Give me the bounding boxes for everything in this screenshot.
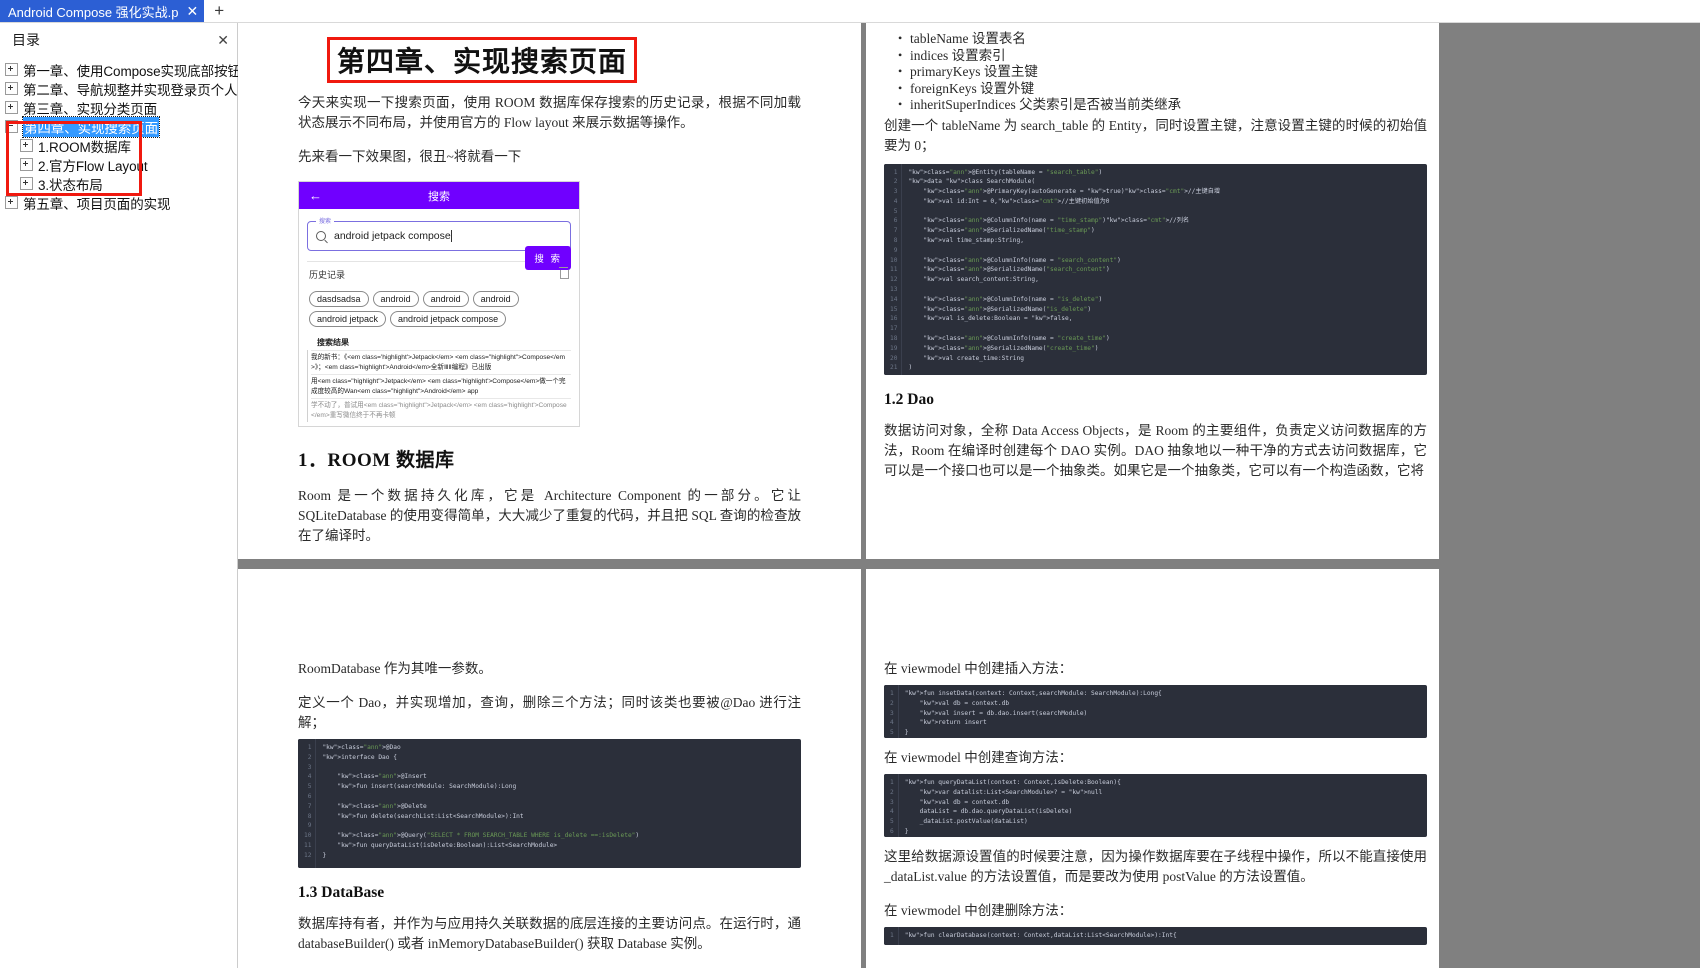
viewmodel-insert-label: 在 viewmodel 中创建插入方法：	[884, 661, 1073, 676]
intro-paragraph: 今天来实现一下搜索页面，使用 ROOM 数据库保存搜索的历史记录，根据不同加载状…	[298, 95, 801, 130]
room-description: Room 是一个数据持久化库，它是 Architecture Component…	[298, 488, 801, 543]
history-chip: dasdsadsa	[309, 291, 369, 307]
section-heading-dao: 1.2 Dao	[884, 390, 934, 408]
bullet-item: primaryKeys 设置主键	[898, 63, 1427, 81]
code-gutter: 1 2 3 4 5 6 7 8 9 10 11 12	[298, 739, 317, 868]
outline-item-label: 第三章、实现分类页面	[23, 101, 157, 117]
outline-item-label: 2.官方Flow Layout	[38, 158, 148, 174]
expand-icon[interactable]	[5, 63, 18, 76]
mock-appbar: ← 搜索	[299, 182, 579, 209]
new-tab-button[interactable]: +	[204, 0, 234, 22]
section-heading-room: 1．ROOM 数据库	[298, 450, 455, 471]
entity-intro-paragraph: 创建一个 tableName 为 search_table 的 Entity，同…	[884, 117, 1427, 153]
history-chip: android	[472, 291, 519, 307]
history-chip: android	[422, 291, 469, 307]
mock-history-title: 历史记录	[309, 270, 346, 280]
mock-appbar-title: 搜索	[428, 190, 450, 203]
screenshot-lead-paragraph: 先来看一下效果图，很丑~将就看一下	[298, 149, 522, 164]
database-description: 数据库持有者，并作为与应用持久关联数据的底层连接的主要访问点。在运行时，通 da…	[298, 916, 801, 951]
code-block-query: 1 2 3 4 5 6 "kw">fun queryDataList(conte…	[884, 774, 1427, 837]
mock-search-field-label: 搜索	[316, 216, 335, 225]
outline-title: 目录	[12, 32, 40, 48]
document-page-3: RoomDatabase 作为其唯一参数。 定义一个 Dao，并实现增加，查询，…	[238, 569, 861, 968]
code-gutter: 1 2 3 4 5 6	[884, 774, 899, 837]
mock-results-rail	[307, 350, 308, 422]
roomdatabase-param-paragraph: RoomDatabase 作为其唯一参数。	[298, 661, 492, 676]
search-icon	[316, 231, 326, 241]
chapter-heading-annotation-box	[327, 37, 638, 83]
history-chip: android jetpack	[309, 311, 387, 327]
code-gutter: 1 2 3 4 5	[884, 685, 899, 738]
code-lines: "kw">fun insetData(context: Context,sear…	[904, 690, 1162, 737]
expand-icon[interactable]	[5, 101, 18, 114]
code-block-delete: 1 "kw">fun clearDatabase(context: Contex…	[884, 927, 1427, 945]
outline-item-label: 1.ROOM数据库	[38, 139, 131, 155]
bullet-item: indices 设置索引	[898, 47, 1427, 65]
outline-item-chapter-2[interactable]: 第二章、导航规整并实现登录页个人中心页	[0, 79, 278, 98]
code-lines: "kw">class="ann">@Dao "kw">interface Dao…	[322, 744, 640, 859]
outline-item-chapter-4[interactable]: 第四章、实现搜索页面	[0, 115, 237, 138]
dao-definition-paragraph: 定义一个 Dao，并实现增加，查询，删除三个方法；同时该类也要被@Dao 进行注…	[298, 695, 801, 730]
code-block-insert: 1 2 3 4 5 "kw">fun insetData(context: Co…	[884, 685, 1427, 738]
outline-item-flow-layout[interactable]: 2.官方Flow Layout	[0, 155, 237, 174]
outline-item-chapter-5[interactable]: 第五章、项目页面的实现	[0, 193, 237, 212]
trash-icon	[559, 267, 569, 279]
code-lines: "kw">fun clearDatabase(context: Context,…	[904, 932, 1177, 939]
code-block-dao: 1 2 3 4 5 6 7 8 9 10 11 12 "kw">class="a…	[298, 739, 801, 868]
document-page-1: 第四章、实现搜索页面 今天来实现一下搜索页面，使用 ROOM 数据库保存搜索的历…	[238, 23, 861, 559]
workspace: 目录 ✕ 第一章、使用Compose实现底部按钮和首页 第二章、导航规整并实现登…	[0, 23, 1700, 968]
dao-description: 数据访问对象，全称 Data Access Objects，是 Room 的主要…	[884, 422, 1427, 478]
app-screenshot-mockup: ← 搜索 搜索 android jetpack compose 搜 索 历史记录…	[298, 181, 580, 427]
browser-tab-bar: Android Compose 强化实战.p ✕ +	[0, 0, 1700, 23]
document-page-2: tableName 设置表名 indices 设置索引 primaryKeys …	[866, 23, 1439, 559]
expand-icon[interactable]	[20, 177, 33, 190]
code-gutter: 1 2 3 4 5 6 7 8 9 10 11 12 13 14 15 16 1…	[884, 163, 903, 375]
mock-result-item: 学不动了，普试用<em class="highlight">Jetpack</e…	[311, 398, 571, 422]
chapter-heading-wrap: 第四章、实现搜索页面	[327, 37, 638, 83]
viewmodel-delete-label: 在 viewmodel 中创建删除方法：	[884, 903, 1073, 918]
document-viewport[interactable]: 第四章、实现搜索页面 今天来实现一下搜索页面，使用 ROOM 数据库保存搜索的历…	[238, 23, 1700, 968]
page-grid: 第四章、实现搜索页面 今天来实现一下搜索页面，使用 ROOM 数据库保存搜索的历…	[238, 23, 1700, 968]
mock-result-item: 用<em class="highlight">Jetpack</em> <em …	[311, 374, 571, 398]
expand-icon[interactable]	[20, 158, 33, 171]
expand-icon[interactable]	[5, 82, 18, 95]
code-lines: "kw">class="ann">@Entity(tableName = "se…	[908, 168, 1221, 372]
outline-item-state-layout[interactable]: 3.状态布局	[0, 174, 237, 193]
history-chip: android jetpack compose	[390, 311, 507, 327]
mock-result-item: 我的新书：《<em class='highlight'>Jetpack</em>…	[311, 350, 571, 374]
outline-item-label: 第四章、实现搜索页面	[22, 115, 160, 138]
outline-sidebar: 目录 ✕ 第一章、使用Compose实现底部按钮和首页 第二章、导航规整并实现登…	[0, 23, 281, 968]
outline-item-label: 3.状态布局	[38, 177, 103, 193]
code-gutter: 1	[884, 927, 899, 945]
document-page-4: 在 viewmodel 中创建插入方法： 1 2 3 4 5 "kw">fun …	[866, 569, 1439, 968]
code-lines: "kw">fun queryDataList(context: Context,…	[904, 779, 1121, 835]
document-tab[interactable]: Android Compose 强化实战.p ✕	[0, 0, 205, 22]
outline-item-label: 第五章、项目页面的实现	[23, 196, 171, 212]
outline-header: 目录 ✕	[0, 23, 237, 56]
postvalue-note-paragraph: 这里给数据源设置值的时候要注意，因为操作数据库要在子线程中操作，所以不能直接使用…	[884, 849, 1427, 884]
expand-icon[interactable]	[5, 196, 18, 209]
collapse-icon[interactable]	[5, 120, 18, 133]
section-heading-database: 1.3 DataBase	[298, 884, 385, 901]
expand-icon[interactable]	[20, 139, 33, 152]
mock-search-value: android jetpack compose	[334, 230, 451, 242]
bullet-item: tableName 设置表名	[898, 30, 1427, 48]
outline-item-chapter-1[interactable]: 第一章、使用Compose实现底部按钮和首页	[0, 60, 281, 79]
mock-body: 搜索 android jetpack compose 搜 索 历史记录 dasd…	[299, 209, 579, 426]
history-chip: android	[372, 291, 419, 307]
viewmodel-query-label: 在 viewmodel 中创建查询方法：	[884, 750, 1073, 765]
mock-history-chips: dasdsadsa android android android androi…	[307, 283, 571, 329]
outline-item-chapter-3[interactable]: 第三章、实现分类页面	[0, 98, 237, 117]
bullet-item: inheritSuperIndices 父类索引是否被当前类继承	[898, 96, 1427, 114]
bullet-item: foreignKeys 设置外键	[898, 80, 1427, 98]
outline-item-room-database[interactable]: 1.ROOM数据库	[0, 136, 237, 155]
document-tab-title: Android Compose 强化实战.p	[8, 4, 179, 20]
close-icon[interactable]: ✕	[187, 4, 199, 18]
entity-annotation-bullets: tableName 设置表名 indices 设置索引 primaryKeys …	[884, 30, 1427, 114]
code-block-search-module: 1 2 3 4 5 6 7 8 9 10 11 12 13 14 15 16 1…	[884, 163, 1427, 375]
outline-tree: 第一章、使用Compose实现底部按钮和首页 第二章、导航规整并实现登录页个人中…	[0, 56, 281, 212]
close-icon[interactable]: ✕	[217, 33, 229, 47]
mock-results-title: 搜索结果	[317, 338, 349, 347]
text-caret	[450, 230, 452, 242]
